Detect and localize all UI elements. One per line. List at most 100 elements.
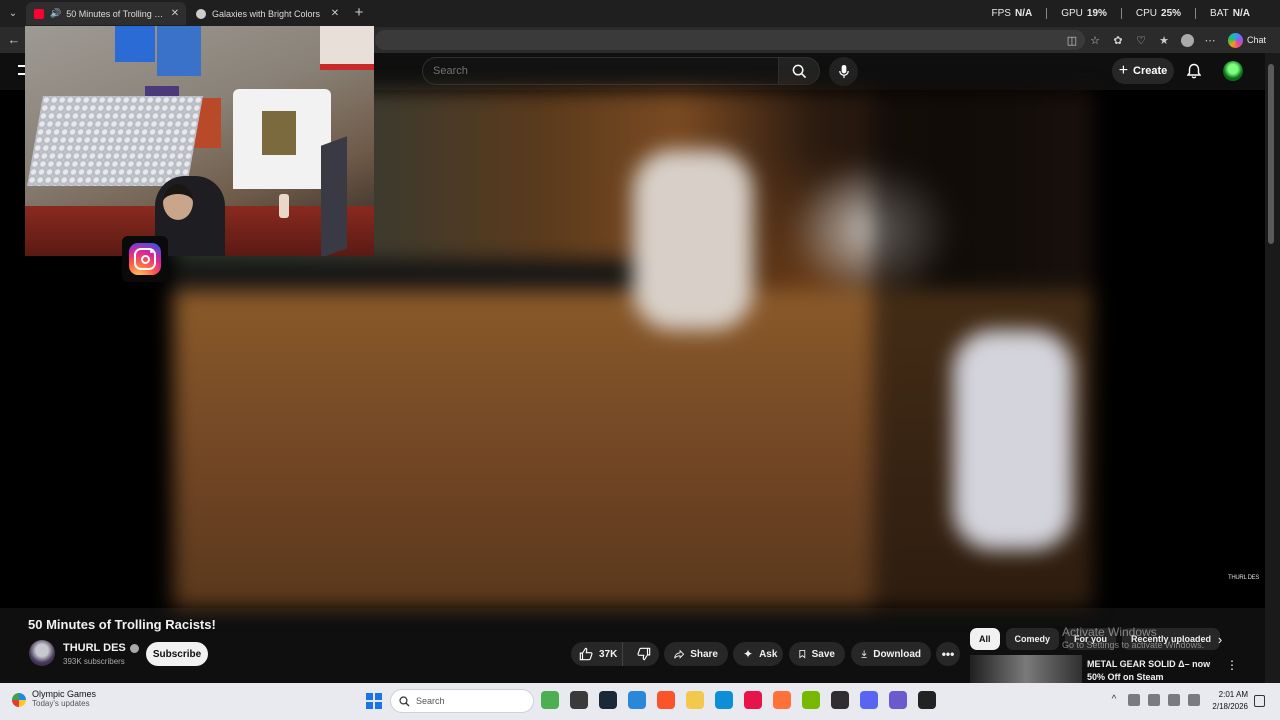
download-label: Download [873,648,921,660]
webcam-scene [163,184,193,220]
bell-icon [1187,63,1201,79]
windows-logo-icon [366,701,374,709]
back-button[interactable]: ← [5,31,23,49]
nvidia-app-icon[interactable] [802,691,820,709]
divider [1120,8,1122,19]
discord-app-icon[interactable] [860,691,878,709]
notifications-icon[interactable] [1254,695,1265,707]
tab-youtube-video[interactable]: 🔊 50 Minutes of Trolling Racists! ✕ [26,2,186,25]
firefox-app-icon[interactable] [773,691,791,709]
start-button[interactable] [366,693,382,709]
widgets-app-icon[interactable] [541,691,559,709]
volume-icon[interactable] [1188,694,1200,706]
dislike-button[interactable] [629,642,659,666]
copilot-icon [1228,32,1243,48]
brave-app-icon[interactable] [657,691,675,709]
tab-close-icon[interactable]: ✕ [168,8,182,19]
webcam-scene [27,96,203,186]
save-label: Save [811,648,835,660]
create-label: Create [1133,65,1168,77]
notifications-button[interactable] [1184,61,1204,81]
more-actions-button[interactable]: ••• [936,642,960,666]
instagram-icon-lens [140,254,150,264]
extensions-icon[interactable]: ✿ [1110,32,1126,48]
widget-subtitle: Today's updates [32,699,90,708]
webcam-scene [115,26,155,62]
browser-tab-bar: ⌄ 🔊 50 Minutes of Trolling Racists! ✕ Ga… [0,0,1280,27]
search-button[interactable] [778,57,820,85]
download-button[interactable]: Download [851,642,931,666]
pen-icon[interactable] [1148,694,1160,706]
chevron-right-icon[interactable]: › [1212,632,1228,648]
steam-app-icon[interactable] [599,691,617,709]
share-button[interactable]: Share [664,642,728,666]
system-tray: ^ [1108,694,1200,706]
obs-studio-app-icon[interactable] [918,691,936,709]
ask-button[interactable]: ✦ Ask [733,642,783,666]
thumbs-down-icon [637,647,651,661]
favorite-star-icon[interactable]: ☆ [1087,32,1103,48]
wifi-icon[interactable] [1168,694,1180,706]
share-arrow-icon [674,649,685,659]
save-button[interactable]: Save [789,642,845,666]
search-input[interactable] [423,58,778,84]
windows-logo-icon [366,693,374,701]
more-icon[interactable]: ⋯ [1202,32,1218,48]
chevron-up-icon[interactable]: ^ [1108,694,1120,706]
ask-label: Ask [759,648,778,660]
new-tab-button[interactable]: + [350,4,368,22]
edge-app-icon[interactable] [715,691,733,709]
favorites-icon[interactable]: ★ [1156,32,1172,48]
video-actions: 37K Share ✦ Ask Save Download ••• [0,642,965,666]
address-bar[interactable] [375,30,1085,50]
file-explorer-app-icon[interactable] [686,691,704,709]
tiktok-app-icon[interactable] [744,691,762,709]
chip-comedy[interactable]: Comedy [1005,628,1060,650]
recommendation-thumbnail[interactable] [970,655,1082,683]
profile-icon[interactable] [1179,32,1195,48]
account-avatar[interactable] [1223,61,1243,81]
like-button[interactable]: 37K [571,642,624,666]
recommendation-title[interactable]: METAL GEAR SOLID Δ– now 50% Off on Steam [1087,658,1217,684]
voice-search-button[interactable] [829,57,858,86]
copilot-chat-button[interactable]: Chat [1228,31,1266,49]
windows-taskbar: Olympic Games Today's updates Search ^ 2… [0,683,1280,720]
notepad-app-icon[interactable] [628,691,646,709]
calculator-app-icon[interactable] [889,691,907,709]
activate-line1: Activate Windows [1062,625,1157,639]
split-screen-icon[interactable]: ◫ [1064,32,1080,48]
speaker-icon[interactable]: 🔊 [50,8,61,19]
chat-label: Chat [1247,35,1267,45]
scrollbar-thumb[interactable] [1268,64,1274,244]
search-box[interactable] [422,57,778,85]
instagram-icon-glyph [129,243,161,275]
widgets-text: Olympic Games Today's updates [32,689,96,708]
divider [1195,8,1197,19]
taskbar-search[interactable]: Search [390,689,534,713]
create-button[interactable]: + Create [1112,58,1174,84]
obs-app-icon[interactable] [831,691,849,709]
taskbar-search-label: Search [416,696,445,706]
chip-all[interactable]: All [970,628,1000,650]
performance-overlay: FPS N/A GPU 19% CPU 25% BAT N/A [992,8,1250,19]
widget-title: Olympic Games [32,689,97,699]
network-icon[interactable] [1128,694,1140,706]
youtube-favicon-icon [34,8,44,19]
recommendation-more-icon[interactable]: ⋮ [1226,658,1238,674]
like-count: 37K [599,648,618,660]
channel-watermark: THURL DES [1228,575,1260,581]
task-view-app-icon[interactable] [570,691,588,709]
tab-actions-menu[interactable]: ⌄ [3,4,23,23]
widgets-news[interactable]: Olympic Games Today's updates [12,689,96,708]
webcam-scene [321,136,347,256]
divider [1046,8,1048,19]
tab-close-icon[interactable]: ✕ [328,8,342,19]
clock-time: 2:01 AM [1218,690,1248,699]
taskbar-apps [541,691,936,709]
thumbs-up-icon [579,647,593,661]
clock[interactable]: 2:01 AM 2/18/2026 [1206,689,1248,713]
tab-galaxies[interactable]: Galaxies with Bright Colors ✕ [188,2,346,25]
activate-line2: Go to Settings to activate Windows. [1062,640,1205,650]
video-title: 50 Minutes of Trolling Racists! [28,617,216,632]
performance-icon[interactable]: ♡ [1133,32,1149,48]
